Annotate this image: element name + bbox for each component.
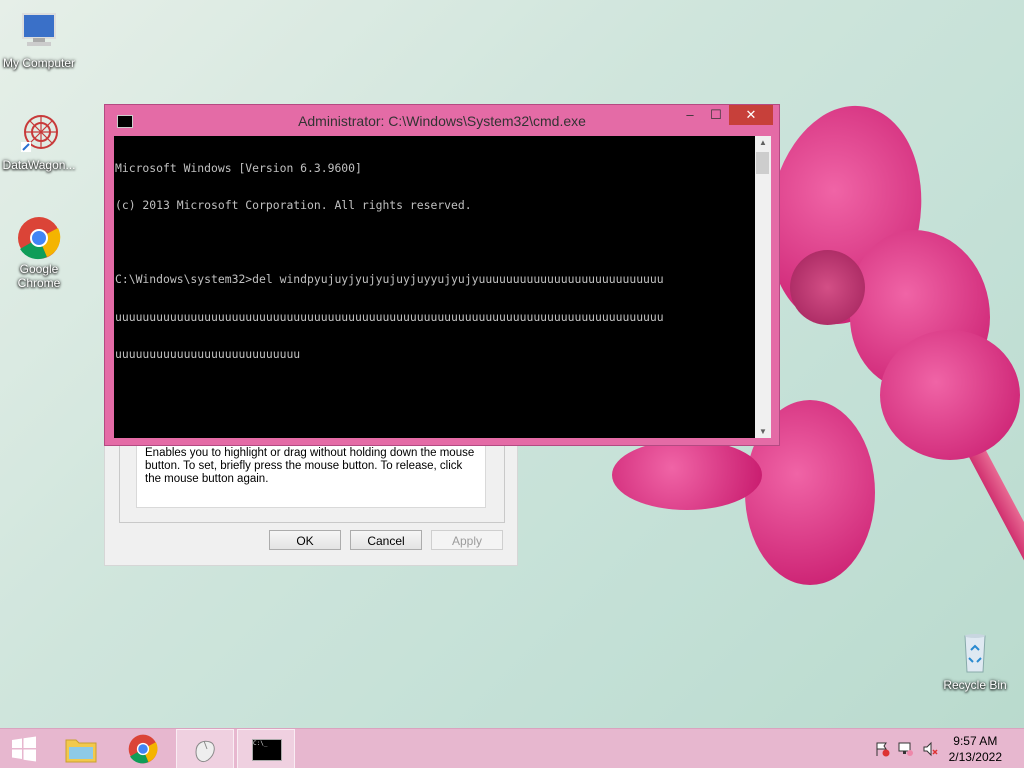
desktop-icon-label: DataWagon...: [2, 158, 76, 172]
volume-muted-icon[interactable]: [922, 741, 938, 757]
petal: [612, 440, 762, 510]
console-line: uuuuuuuuuuuuuuuuuuuuuuuuuuu: [115, 346, 301, 361]
cancel-button[interactable]: Cancel: [350, 530, 422, 550]
taskbar-file-explorer[interactable]: [52, 729, 110, 768]
taskbar: C:\_ 9:57 AM 2/13/2022: [0, 728, 1024, 768]
desktop-icon-label: Google Chrome: [17, 262, 61, 290]
mouse-properties-icon: [195, 740, 215, 763]
taskbar-cmd[interactable]: C:\_: [237, 729, 295, 768]
taskbar-mouse-properties[interactable]: [176, 729, 234, 768]
console-line: uuuuuuuuuuuuuuuuuuuuuuuuuuuuuuuuuuuuuuuu…: [115, 309, 664, 324]
mouse-properties-dialog: Enables you to highlight or drag without…: [104, 440, 518, 566]
desktop-icon-my-computer[interactable]: My Computer: [1, 10, 77, 70]
desktop-icon-chrome[interactable]: Google Chrome: [1, 216, 77, 290]
maximize-button[interactable]: ☐: [703, 105, 729, 125]
cmd-titlebar[interactable]: Administrator: C:\Windows\System32\cmd.e…: [105, 105, 779, 135]
start-button[interactable]: [0, 729, 50, 768]
petal: [880, 330, 1020, 460]
scrollbar-thumb[interactable]: [756, 152, 769, 174]
console-line: C:\Windows\system32>del windpyujuyjyujyu…: [115, 272, 664, 287]
desktop-icon-label: Recycle Bin: [943, 678, 1007, 692]
console-line: (c) 2013 Microsoft Corporation. All righ…: [115, 198, 472, 213]
desktop-icon-recycle-bin[interactable]: Recycle Bin: [937, 632, 1013, 692]
cmd-icon: C:\_: [252, 739, 282, 761]
ok-button[interactable]: OK: [269, 530, 341, 550]
file-explorer-icon: [65, 739, 97, 763]
clicklock-description: Enables you to highlight or drag without…: [136, 442, 486, 508]
computer-icon: [17, 10, 61, 54]
clicklock-group: Enables you to highlight or drag without…: [119, 441, 505, 523]
close-button[interactable]: ✕: [729, 105, 773, 125]
chrome-icon: [128, 734, 158, 764]
apply-button[interactable]: Apply: [431, 530, 503, 550]
start-icon: [12, 736, 36, 762]
console-line: Microsoft Windows [Version 6.3.9600]: [115, 160, 362, 175]
scroll-up-icon[interactable]: ▲: [755, 138, 771, 147]
minimize-button[interactable]: –: [677, 105, 703, 125]
datawagon-icon: [17, 112, 61, 156]
vertical-scrollbar[interactable]: ▲ ▼: [755, 136, 771, 438]
recycle-bin-icon: [953, 632, 997, 676]
desktop-icon-datawagon[interactable]: DataWagon...: [1, 112, 77, 172]
desktop-icon-label: My Computer: [2, 56, 76, 70]
network-icon[interactable]: [898, 741, 914, 757]
console-output[interactable]: Microsoft Windows [Version 6.3.9600] (c)…: [114, 136, 755, 438]
flower-center: [790, 250, 865, 325]
cmd-window[interactable]: Administrator: C:\Windows\System32\cmd.e…: [104, 104, 780, 446]
taskbar-chrome[interactable]: [114, 729, 172, 768]
system-clock[interactable]: 9:57 AM 2/13/2022: [949, 733, 1002, 765]
clock-date: 2/13/2022: [948, 750, 1002, 764]
flag-icon[interactable]: [874, 741, 890, 757]
chrome-icon: [17, 216, 61, 260]
flower-stem: [960, 431, 1024, 768]
clock-time: 9:57 AM: [953, 734, 998, 748]
scroll-down-icon[interactable]: ▼: [755, 427, 771, 436]
